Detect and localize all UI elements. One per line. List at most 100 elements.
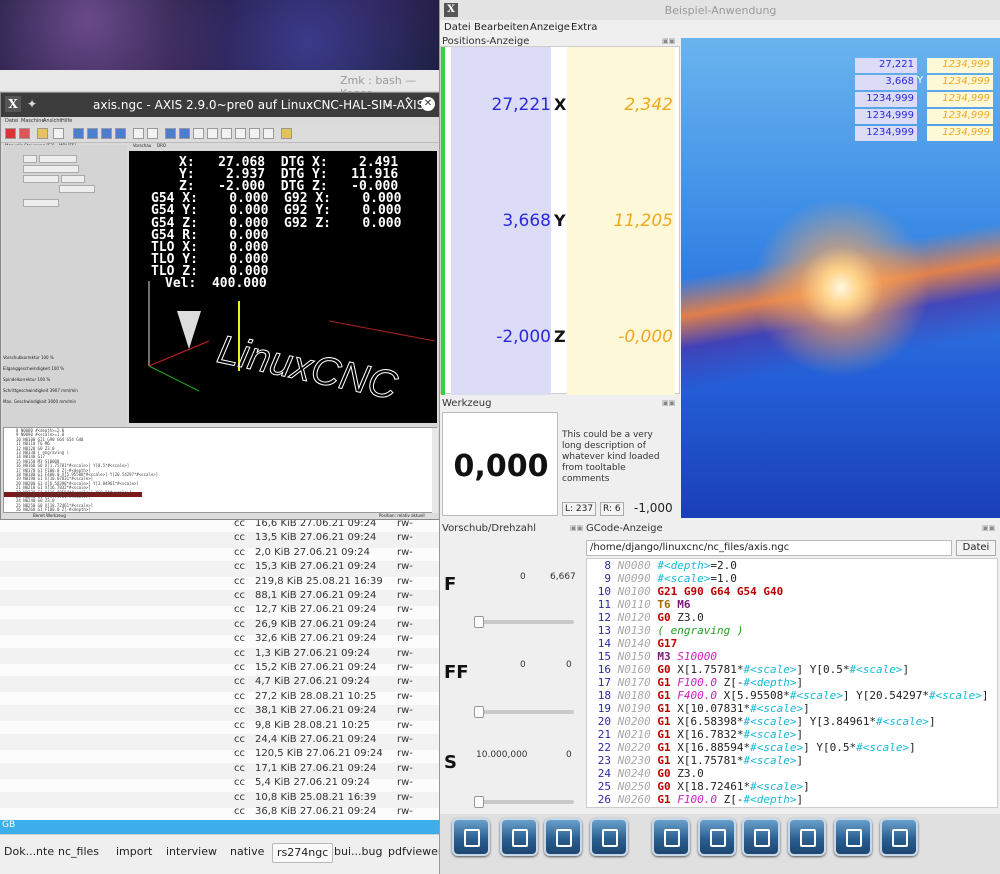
feed-slider[interactable] <box>474 620 574 624</box>
menu-hilfe[interactable]: Hilfe <box>61 118 72 124</box>
axis-x-radio[interactable] <box>23 155 37 163</box>
feed-slider-handle[interactable] <box>474 616 484 628</box>
override-row[interactable]: Max. Geschwindigkeit 3000 mm/min <box>3 399 123 404</box>
axis-window[interactable]: X ✦ axis.ngc - AXIS 2.9.0~pre0 auf Linux… <box>0 92 440 520</box>
gcode-line[interactable]: 13 N0130 ( engraving ) <box>587 624 744 637</box>
step-icon[interactable] <box>87 128 98 139</box>
spindle-button[interactable] <box>23 199 59 207</box>
axis-gcode-list[interactable]: 8 N0080 #<depth>=2.0 9 N0090 #<scale>=1.0… <box>3 427 438 514</box>
axis-tab-dro[interactable]: DRO <box>157 143 166 148</box>
gcode-line[interactable]: 24 N0240 G0 Z3.0 <box>587 767 704 780</box>
menu-datei[interactable]: Datei <box>5 118 18 124</box>
maximize-icon[interactable]: ⌃ <box>403 95 413 109</box>
menu-anzeige[interactable]: Anzeige <box>530 22 570 33</box>
gcode-line[interactable]: 25 N0250 G0 X[18.72461*#<scale>] <box>587 780 810 793</box>
rotate-icon[interactable] <box>263 128 274 139</box>
menu-ansicht[interactable]: Ansicht <box>43 118 61 124</box>
gcode-line[interactable]: 15 N0150 M3 S10000 <box>587 650 717 663</box>
jog-plus-button[interactable] <box>61 175 85 183</box>
gcode-line[interactable]: 18 N0180 G1 F400.0 X[5.95508*#<scale>] Y… <box>587 689 989 702</box>
konsole-tab[interactable]: pdfviewer <box>384 843 446 863</box>
axis-gcode-line[interactable]: 26 N0260 G1 F100.0 Z[-#<depth>] <box>16 507 91 512</box>
dock-float-close-icon[interactable]: ▣▣ <box>662 37 675 45</box>
close-icon[interactable]: ✕ <box>421 97 435 111</box>
clear-plot-icon[interactable] <box>281 128 292 139</box>
konsole-tab[interactable]: native <box>226 843 268 863</box>
override-row[interactable]: Vorschubkorrektur 100 % <box>3 355 123 360</box>
ff-slider[interactable] <box>474 710 574 714</box>
gcode-line[interactable]: 21 N0210 G1 X[16.7832*#<scale>] <box>587 728 803 741</box>
gcode-viewer[interactable]: 8 N0080 #<depth>=2.0 9 N0090 #<scale>=1.0… <box>586 558 998 808</box>
gcode-line[interactable]: 19 N0190 G1 X[10.07831*#<scale>] <box>587 702 810 715</box>
gcode-scrollbar[interactable] <box>432 428 438 514</box>
gcode-line[interactable]: 8 N0080 #<depth>=2.0 <box>587 559 736 572</box>
gcode-line[interactable]: 20 N0200 G1 X[6.58398*#<scale>] Y[3.8496… <box>587 715 936 728</box>
view-x-icon[interactable] <box>221 128 232 139</box>
spindle-slider[interactable] <box>474 800 574 804</box>
konsole-tab[interactable]: rs274ngc <box>272 843 334 863</box>
zoom-in-icon[interactable] <box>165 128 176 139</box>
manual-mode-button[interactable] <box>544 818 582 856</box>
ff-slider-handle[interactable] <box>474 706 484 718</box>
run-button[interactable] <box>652 818 690 856</box>
reload-icon[interactable] <box>53 128 64 139</box>
menu-datei[interactable]: Datei <box>444 22 471 33</box>
konsole-tab[interactable]: Dok...nte <box>0 843 58 863</box>
settings-button[interactable] <box>880 818 918 856</box>
konsole-tab[interactable]: nc_files <box>54 843 103 863</box>
dock-float-close-icon[interactable]: ▣▣ <box>662 399 675 407</box>
override-row[interactable]: Schrittgeschwindigkeit 3907 mm/min <box>3 388 123 393</box>
gcode-line[interactable]: 23 N0230 G1 X[1.75781*#<scale>] <box>587 754 803 767</box>
menu-maschine[interactable]: Maschine <box>21 118 45 124</box>
gcode-file-button[interactable]: Datei <box>956 540 996 556</box>
gcode-line[interactable]: 22 N0220 G1 X[16.88594*#<scale>] Y[0.5*#… <box>587 741 916 754</box>
gcode-line[interactable]: 14 N0140 G17 <box>587 637 678 650</box>
minimize-icon[interactable]: ⌄ <box>383 96 393 110</box>
konsole-tab[interactable]: bui...bug <box>330 843 386 863</box>
view-p-icon[interactable] <box>249 128 260 139</box>
edit-mode-button[interactable] <box>590 818 628 856</box>
axis-tab-preview[interactable]: Vorschau <box>133 143 151 148</box>
override-limits-button[interactable] <box>59 185 95 193</box>
home-button[interactable] <box>39 155 77 163</box>
view-z-icon[interactable] <box>193 128 204 139</box>
konsole-titlebar[interactable]: Zmk : bash — Konso <box>0 70 440 100</box>
axis-preview[interactable]: X: 27.068 DTG X: 2.491 Y: 2.937 DTG Y: 11… <box>129 151 437 423</box>
gcode-path-field[interactable]: /home/django/linuxcnc/nc_files/axis.ngc <box>586 540 952 556</box>
app-titlebar[interactable]: Beispiel-Anwendung <box>440 0 1000 20</box>
menu-extra[interactable]: Extra <box>571 22 597 33</box>
hand-button[interactable] <box>788 818 826 856</box>
konsole-tab[interactable]: interview <box>162 843 221 863</box>
optional-stop-icon[interactable] <box>147 128 158 139</box>
touch-off-button[interactable] <box>23 165 79 173</box>
app-window[interactable]: Beispiel-Anwendung X Datei Bearbeiten An… <box>439 0 1000 874</box>
gcode-line[interactable]: 12 N0120 G0 Z3.0 <box>587 611 704 624</box>
mdi-mode-button[interactable] <box>500 818 538 856</box>
gcode-line[interactable]: 26 N0260 G1 F100.0 Z[-#<depth>] <box>587 793 803 806</box>
pin-icon[interactable]: ✦ <box>27 97 37 111</box>
view-y-icon[interactable] <box>235 128 246 139</box>
stop-icon[interactable] <box>115 128 126 139</box>
wheel-button[interactable] <box>834 818 872 856</box>
block-delete-icon[interactable] <box>133 128 144 139</box>
zoom-out-icon[interactable] <box>179 128 190 139</box>
gcode-line[interactable]: 10 N0100 G21 G90 G64 G54 G40 <box>587 585 784 598</box>
step-button[interactable] <box>698 818 736 856</box>
dock-float-close-icon[interactable]: ▣▣ <box>570 524 583 532</box>
gcode-line[interactable]: 17 N0170 G1 F100.0 Z[-#<depth>] <box>587 676 803 689</box>
konsole-tab[interactable]: import <box>112 843 156 863</box>
open-icon[interactable] <box>37 128 48 139</box>
dock-float-close-icon[interactable]: ▣▣ <box>982 524 995 532</box>
power-icon[interactable] <box>19 128 30 139</box>
override-row[interactable]: Spindelkorrektur 100 % <box>3 377 123 382</box>
run-icon[interactable] <box>73 128 84 139</box>
axis-titlebar[interactable]: X ✦ axis.ngc - AXIS 2.9.0~pre0 auf Linux… <box>1 93 439 117</box>
jog-minus-button[interactable] <box>23 175 59 183</box>
view-z2-icon[interactable] <box>207 128 218 139</box>
override-row[interactable]: Eilganggeschwindigkeit 100 % <box>3 366 123 371</box>
jog-button[interactable] <box>742 818 780 856</box>
file-list[interactable]: cc 16,6 KiB 27.06.21 09:24 rw-cc 13,5 KiB 2… <box>0 515 440 820</box>
spindle-slider-handle[interactable] <box>474 796 484 808</box>
gcode-line[interactable]: 11 N0110 T6 M6 <box>587 598 691 611</box>
auto-mode-button[interactable] <box>452 818 490 856</box>
